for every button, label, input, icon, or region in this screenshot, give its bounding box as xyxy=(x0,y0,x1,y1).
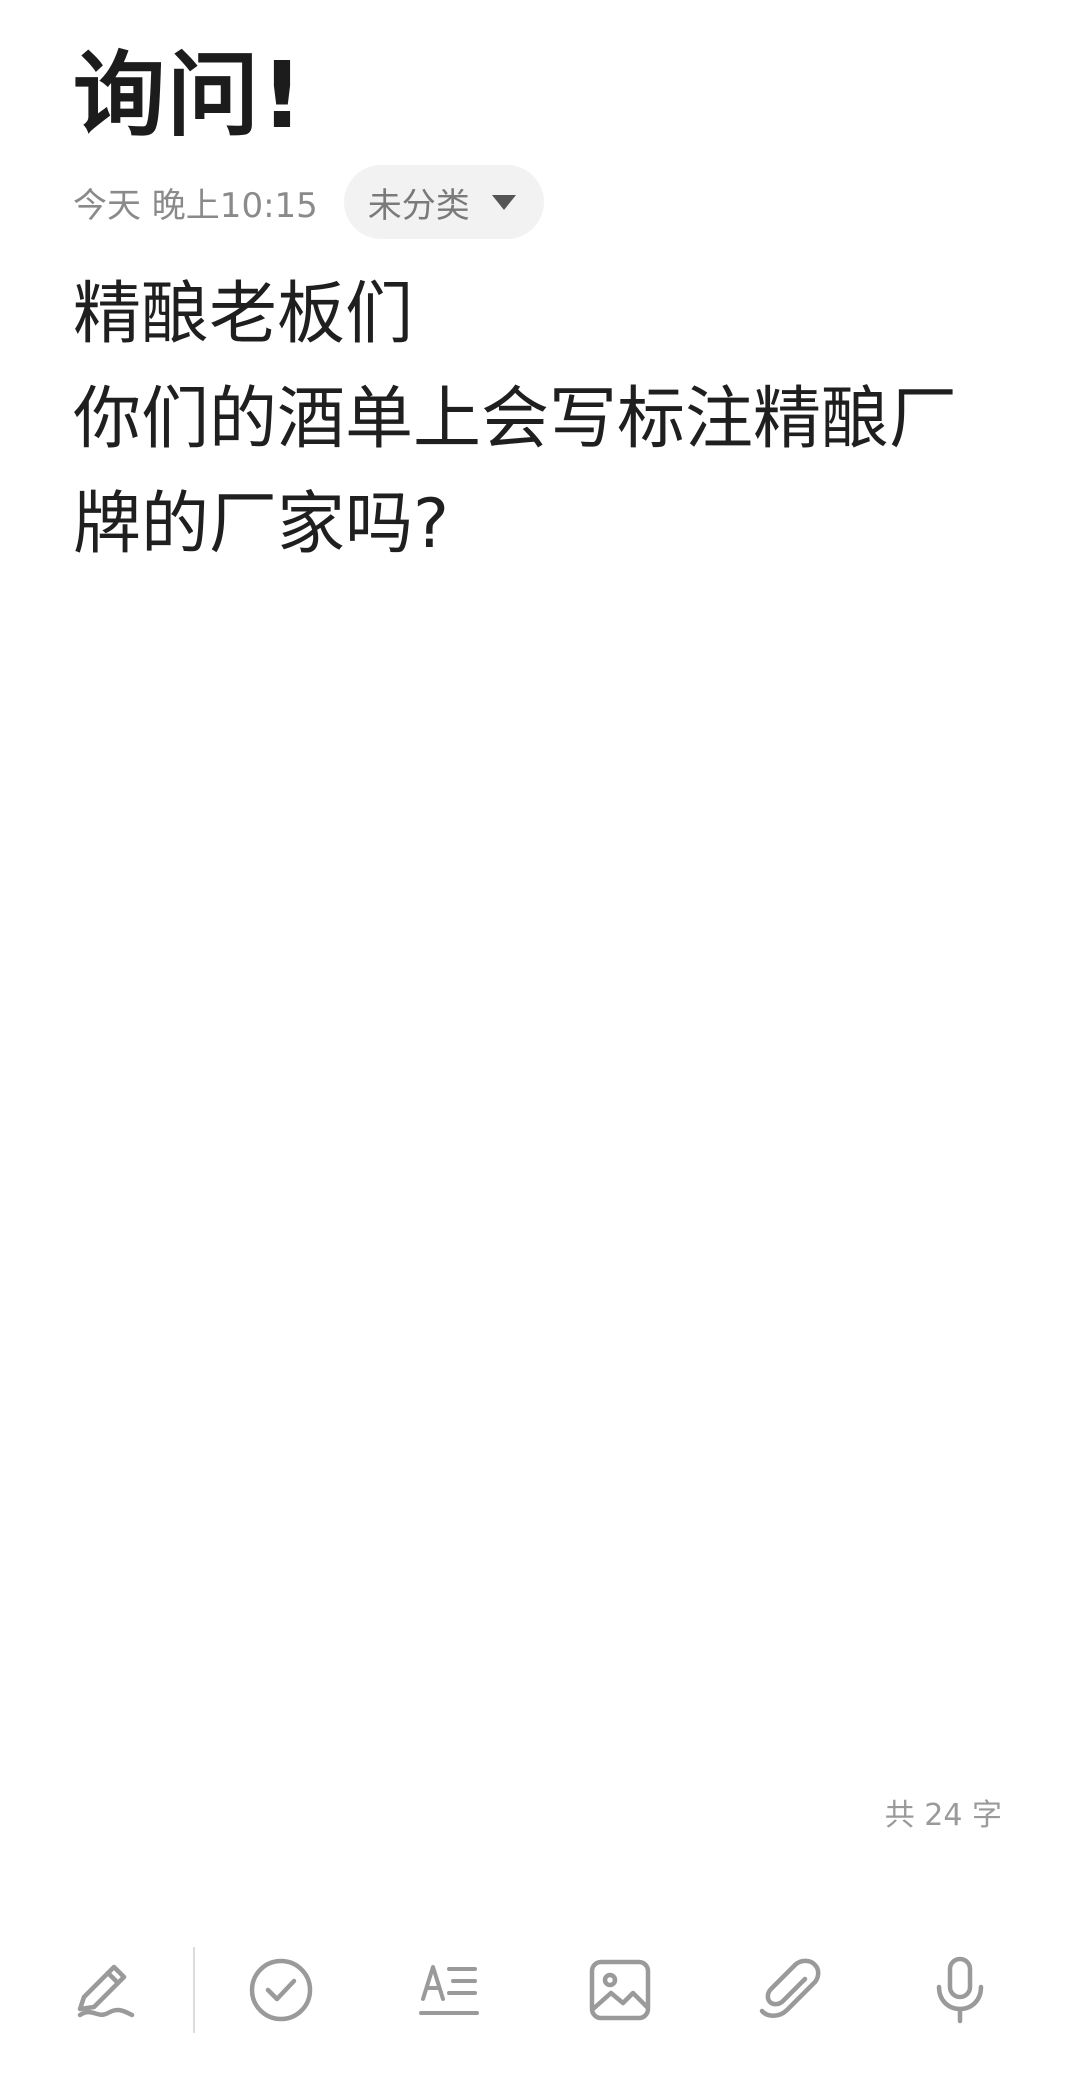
toolbar-divider xyxy=(193,1947,195,2033)
note-meta-row: 今天 晚上10:15 未分类 xyxy=(73,165,544,239)
attachment-button[interactable] xyxy=(745,1945,835,2035)
image-icon xyxy=(589,1959,651,2021)
insert-image-button[interactable] xyxy=(575,1945,665,2035)
voice-input-button[interactable] xyxy=(915,1945,1005,2035)
handwriting-button[interactable] xyxy=(62,1945,152,2035)
bottom-toolbar xyxy=(0,1935,1080,2045)
note-body-line: 你们的酒单上会写标注精酿厂 xyxy=(73,380,958,459)
note-body-line: 精酿老板们 xyxy=(73,275,414,354)
note-title[interactable]: 询问! xyxy=(73,36,305,156)
text-format-button[interactable] xyxy=(405,1945,495,2035)
note-body-line: 牌的厂家吗? xyxy=(73,485,450,564)
caret-down-icon xyxy=(491,194,516,210)
text-format-icon xyxy=(419,1965,479,2015)
category-dropdown[interactable]: 未分类 xyxy=(343,165,544,239)
checklist-button[interactable] xyxy=(236,1945,326,2035)
category-label: 未分类 xyxy=(367,185,470,226)
note-body-editor[interactable]: 精酿老板们 你们的酒单上会写标注精酿厂 牌的厂家吗? xyxy=(73,262,1013,577)
attachment-icon xyxy=(759,1958,821,2018)
microphone-icon xyxy=(936,1956,984,2024)
handwriting-pen-icon xyxy=(77,1964,135,2018)
checklist-icon xyxy=(249,1958,313,2022)
note-timestamp: 今天 晚上10:15 xyxy=(73,185,318,226)
word-count: 共 24 字 xyxy=(884,1798,1002,1833)
